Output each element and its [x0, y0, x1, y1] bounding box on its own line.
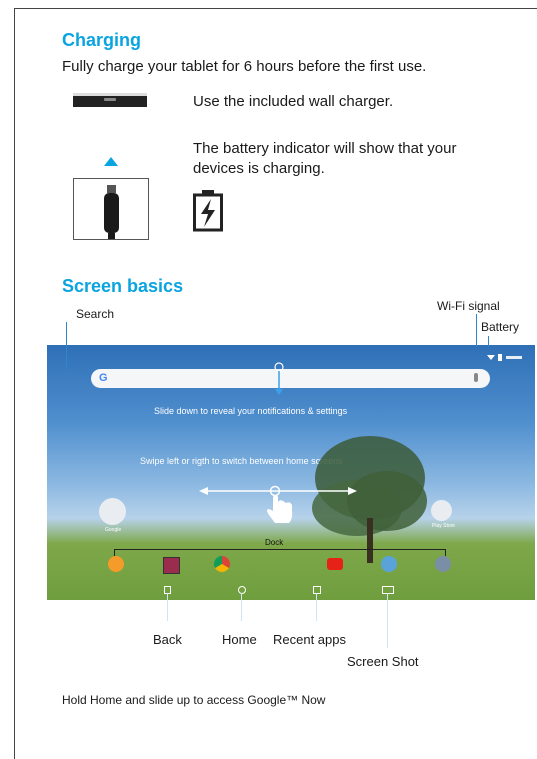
home-nav-icon[interactable]: [238, 586, 246, 594]
settings-gear-icon[interactable]: [435, 556, 451, 572]
wifi-label: Wi-Fi signal: [437, 299, 500, 313]
recent-apps-label: Recent apps: [273, 632, 346, 647]
play-store-label: Play Store: [432, 523, 456, 529]
chrome-icon[interactable]: [214, 556, 230, 572]
tablet-home-screen: G Slide down to reveal your notification…: [47, 345, 535, 600]
battery-callout-line: [488, 336, 489, 347]
youtube-icon[interactable]: [327, 558, 343, 570]
footer-note: Hold Home and slide up to access Google™…: [62, 693, 326, 707]
battery-icon: [498, 354, 502, 361]
mic-icon[interactable]: [474, 373, 478, 382]
charger-port-illustration: [73, 93, 147, 107]
recent-apps-nav-icon[interactable]: [313, 586, 321, 594]
google-folder-icon[interactable]: [99, 498, 126, 525]
google-folder-label: Google: [105, 527, 122, 533]
slide-down-instruction: Slide down to reveal your notifications …: [154, 406, 348, 416]
photos-icon[interactable]: [381, 556, 397, 572]
screenshot-label: Screen Shot: [347, 654, 419, 669]
home-label: Home: [222, 632, 257, 647]
back-callout-line: [167, 593, 168, 621]
play-store-icon[interactable]: [431, 500, 452, 521]
battery-charging-icon: [193, 190, 223, 237]
home-callout-line: [241, 593, 242, 621]
screenshot-callout-line: [387, 593, 388, 648]
recent-callout-line: [316, 593, 317, 621]
charging-heading: Charging: [62, 30, 141, 50]
charging-intro: Fully charge your tablet for 6 hours bef…: [62, 58, 427, 75]
usb-cable-illustration: [73, 178, 149, 240]
arrow-up-icon: [104, 153, 118, 171]
slide-down-gesture: [273, 362, 285, 401]
wall-charger-text: Use the included wall charger.: [193, 93, 394, 110]
wifi-icon: [487, 355, 495, 360]
back-label: Back: [153, 632, 182, 647]
battery-indicator-text-1: The battery indicator will show that you…: [193, 140, 457, 157]
page-border-top: [14, 8, 537, 9]
google-g-icon: G: [99, 372, 108, 384]
screenshot-nav-icon[interactable]: [382, 586, 394, 594]
gallery-icon[interactable]: [163, 557, 180, 574]
screen-basics-heading: Screen basics: [62, 276, 184, 296]
search-label: Search: [76, 307, 115, 321]
battery-label: Battery: [481, 320, 520, 334]
swipe-gesture: [199, 479, 357, 534]
play-movies-icon[interactable]: [108, 556, 124, 572]
page-border-left: [14, 8, 15, 759]
dock-label: Dock: [265, 538, 284, 547]
battery-indicator-text-2: devices is charging.: [193, 160, 325, 177]
wifi-callout-line: [476, 314, 477, 347]
google-search-bar[interactable]: G: [91, 369, 490, 388]
dock-bracket: [114, 549, 446, 556]
search-callout-line: [66, 322, 67, 369]
status-bar: [487, 349, 527, 367]
